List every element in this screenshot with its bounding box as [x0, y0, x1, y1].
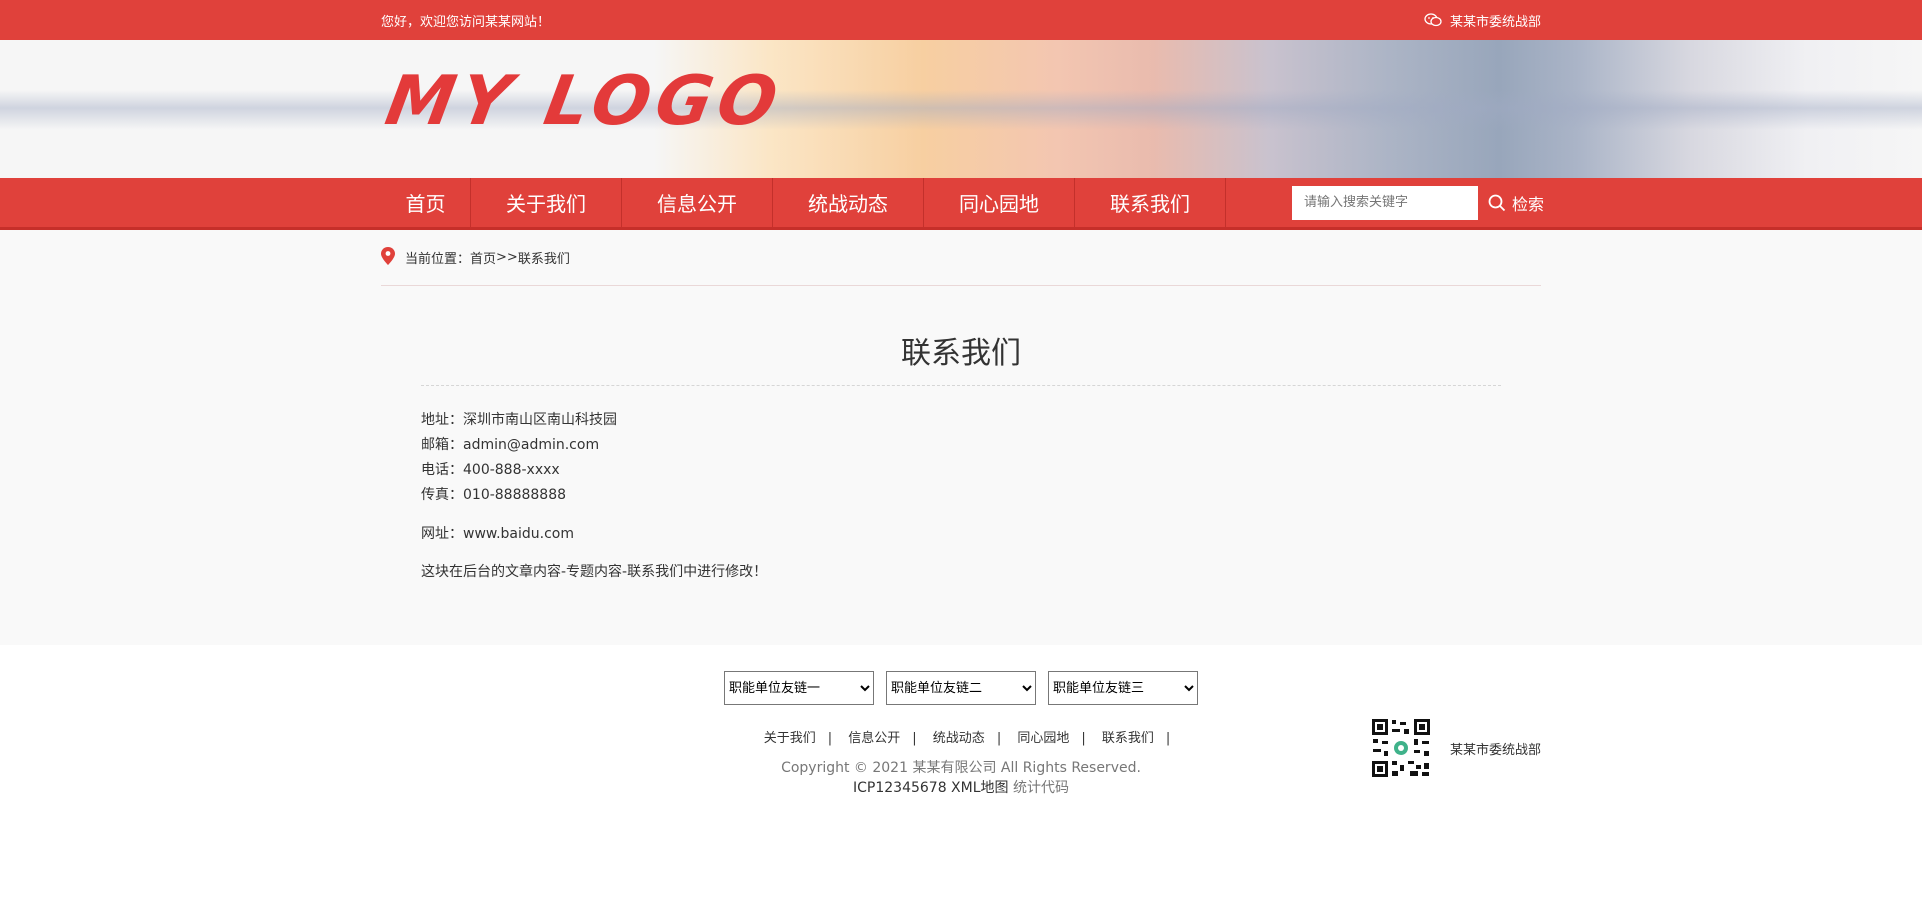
address-line: 地址：深圳市南山区南山科技园 — [421, 412, 617, 428]
footer-link-about[interactable]: 关于我们 — [764, 731, 816, 746]
footer-link-news[interactable]: 统战动态 — [933, 731, 985, 746]
top-bar: 您好，欢迎您访问某某网站！ 某某市委统战部 — [0, 0, 1922, 40]
phone-line: 电话：400-888-xxxx — [421, 462, 560, 478]
website-line: 网址：www.baidu.com — [421, 526, 574, 542]
nav-item-home[interactable]: 首页 — [381, 178, 471, 227]
email-line: 邮箱：admin@admin.com — [421, 437, 600, 453]
stats-code: 统计代码 — [1012, 780, 1069, 796]
nav-item-info[interactable]: 信息公开 — [622, 178, 773, 227]
welcome-text: 您好，欢迎您访问某某网站！ — [381, 14, 551, 30]
breadcrumb-prefix: 当前位置： — [405, 252, 471, 267]
footer-sep: | — [827, 731, 833, 746]
footer-link-garden[interactable]: 同心园地 — [1017, 731, 1069, 746]
search-button[interactable]: 检索 — [1488, 191, 1544, 215]
footer-sep: | — [996, 731, 1002, 746]
location-pin-icon — [381, 246, 395, 269]
breadcrumb-current: 联系我们 — [517, 252, 570, 267]
page-title: 联系我们 — [421, 332, 1501, 386]
nav-item-news[interactable]: 统战动态 — [773, 178, 924, 227]
icp-text[interactable]: ICP12345678 XML地图 — [853, 780, 1009, 796]
search-icon — [1488, 194, 1506, 211]
wechat-icon — [1424, 13, 1442, 27]
footer-sep: | — [1165, 731, 1171, 746]
nav-item-contact[interactable]: 联系我们 — [1075, 178, 1226, 227]
nav-item-garden[interactable]: 同心园地 — [924, 178, 1075, 227]
site-logo[interactable]: MY LOGO — [380, 62, 789, 141]
friend-links-selects: 职能单位友链一 职能单位友链二 职能单位友链三 — [361, 671, 1561, 705]
banner: MY LOGO — [0, 40, 1922, 178]
icp-line: ICP12345678 XML地图 统计代码 — [361, 777, 1561, 797]
qr-code-icon — [1369, 717, 1432, 779]
friend-link-select-2[interactable]: 职能单位友链二 — [886, 671, 1036, 705]
breadcrumb: 当前位置： 首页 >> 联系我们 — [381, 230, 1541, 286]
qr-label: 某某市委统战部 — [1449, 742, 1541, 758]
footer-link-contact[interactable]: 联系我们 — [1102, 731, 1154, 746]
breadcrumb-sep: >> — [496, 250, 518, 265]
footer-sep: | — [1081, 731, 1086, 746]
fax-line: 传真：010-88888888 — [421, 487, 567, 503]
org-link[interactable]: 某某市委统战部 — [1424, 11, 1541, 30]
friend-link-select-1[interactable]: 职能单位友链一 — [724, 671, 874, 705]
friend-link-select-3[interactable]: 职能单位友链三 — [1048, 671, 1198, 705]
search-button-label: 检索 — [1512, 194, 1545, 214]
footer: 职能单位友链一 职能单位友链二 职能单位友链三 关于我们 | 信息公开 | 统战动态… — [0, 645, 1922, 900]
footer-sep: | — [912, 731, 917, 746]
main-nav: 首页 关于我们 信息公开 统战动态 同心园地 联系我们 检索 — [0, 178, 1922, 230]
nav-item-about[interactable]: 关于我们 — [471, 178, 622, 227]
search-input[interactable] — [1292, 185, 1478, 220]
breadcrumb-home[interactable]: 首页 — [470, 248, 496, 267]
contact-info: 地址：深圳市南山区南山科技园 邮箱：admin@admin.com 电话：400… — [421, 408, 1501, 547]
org-name: 某某市委统战部 — [1449, 14, 1541, 30]
main-content: 当前位置： 首页 >> 联系我们 联系我们 地址：深圳市南山区南山科技园 邮箱：… — [0, 230, 1922, 645]
article: 联系我们 地址：深圳市南山区南山科技园 邮箱：admin@admin.com 电… — [381, 332, 1541, 581]
edit-note: 这块在后台的文章内容-专题内容-联系我们中进行修改！ — [421, 564, 768, 580]
qr-section: 某某市委统战部 — [1369, 717, 1541, 779]
footer-link-info[interactable]: 信息公开 — [848, 731, 900, 746]
